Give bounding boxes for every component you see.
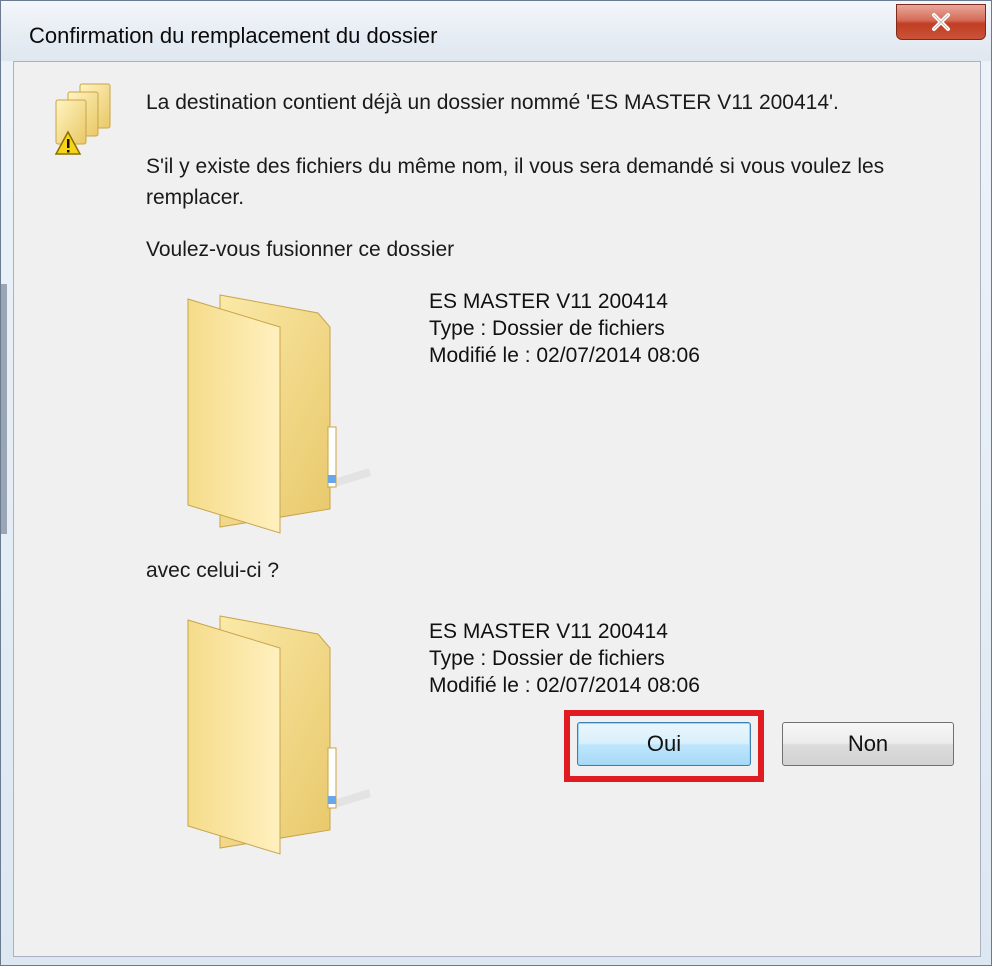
close-icon — [930, 12, 952, 32]
no-button[interactable]: Non — [782, 722, 954, 766]
question-text: Voulez-vous fusionner ce dossier — [146, 238, 455, 261]
dialog-window: Confirmation du remplacement du dossier — [0, 0, 992, 966]
dialog-content: La destination contient déjà un dossier … — [13, 61, 981, 957]
folder-2-modified: Modifié le : 02/07/2014 08:06 — [429, 674, 700, 697]
folder-2-type: Type : Dossier de fichiers — [429, 647, 665, 670]
message-line-2b: remplacer. — [146, 186, 245, 209]
folder-icon — [180, 608, 380, 863]
message-line-1: La destination contient déjà un dossier … — [146, 91, 839, 114]
window-edge — [1, 284, 7, 534]
message-line-2a: S'il y existe des fichiers du même nom, … — [146, 155, 885, 178]
folder-icon — [180, 287, 380, 542]
warning-folders-icon — [42, 80, 118, 165]
folder-1-name: ES MASTER V11 200414 — [429, 290, 668, 313]
folder-2-name: ES MASTER V11 200414 — [429, 620, 668, 643]
window-title: Confirmation du remplacement du dossier — [29, 23, 438, 48]
close-button[interactable] — [896, 4, 986, 40]
highlight-box — [564, 710, 764, 782]
title-bar[interactable]: Confirmation du remplacement du dossier — [1, 1, 991, 61]
folder-1-modified: Modifié le : 02/07/2014 08:06 — [429, 344, 700, 367]
with-text: avec celui-ci ? — [146, 559, 280, 582]
folder-1-type: Type : Dossier de fichiers — [429, 317, 665, 340]
